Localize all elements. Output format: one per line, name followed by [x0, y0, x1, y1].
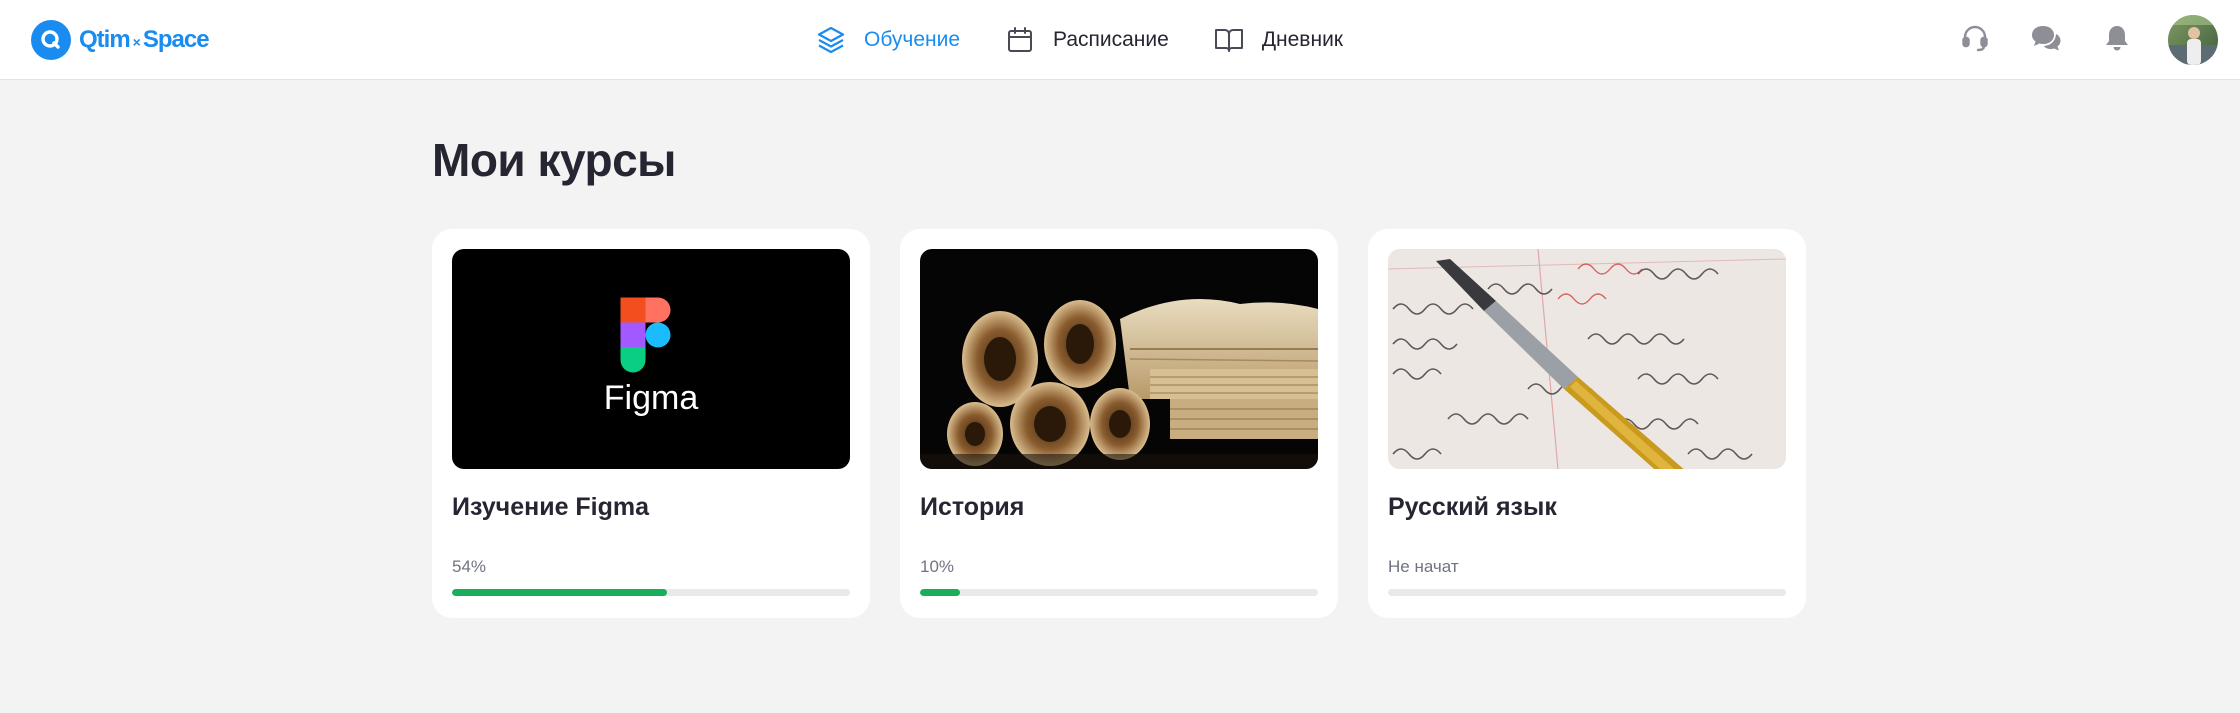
nav-label: Дневник [1261, 28, 1343, 51]
top-bar: Qtim × Space Обучение Расписание Дневник [0, 0, 2240, 80]
course-cover-figma: Figma [452, 249, 850, 469]
nav-item-schedule[interactable]: Расписание [1004, 20, 1169, 60]
books-scrolls-image [920, 299, 1318, 469]
course-card-figma[interactable]: Figma Изучение Figma 54% [432, 229, 870, 618]
course-progress-text: 54% [452, 557, 487, 576]
user-avatar[interactable] [2168, 15, 2218, 65]
notifications-button[interactable] [2097, 20, 2137, 60]
nav-item-diary[interactable]: Дневник [1213, 20, 1343, 60]
book-icon [1213, 24, 1245, 56]
course-progress-bar [452, 589, 850, 596]
course-list: Figma Изучение Figma 54% История 10% Рус… [432, 229, 1806, 618]
course-progress-bar [1388, 589, 1786, 596]
nav-label: Расписание [1053, 28, 1169, 51]
course-cover-russian [1388, 249, 1786, 469]
course-progress-fill [452, 589, 667, 596]
chat-icon [2030, 23, 2062, 58]
chat-button[interactable] [2026, 20, 2066, 60]
bell-icon [2103, 23, 2131, 58]
course-title: Изучение Figma [452, 493, 650, 521]
course-progress-text: Не начат [1388, 557, 1459, 576]
layers-icon [815, 24, 847, 56]
support-button[interactable] [1955, 20, 1995, 60]
course-title: История [920, 493, 1025, 521]
header-actions [1955, 15, 2218, 65]
nav-label: Обучение [864, 28, 961, 51]
page-title: Мои курсы [432, 134, 676, 186]
brand-name: Qtim × Space [79, 26, 210, 53]
course-card-russian[interactable]: Русский язык Не начат [1368, 229, 1806, 618]
cover-caption: Figma [604, 379, 699, 417]
course-progress-bar [920, 589, 1318, 596]
nav-item-learning[interactable]: Обучение [815, 20, 960, 60]
course-title: Русский язык [1388, 493, 1557, 521]
brand-logo-icon [31, 20, 71, 60]
course-cover-history [920, 249, 1318, 469]
main-nav: Обучение Расписание Дневник [815, 20, 1343, 60]
brand-logo[interactable]: Qtim × Space [31, 20, 210, 60]
course-progress-fill [920, 589, 960, 596]
calendar-icon [1004, 24, 1036, 56]
course-progress-text: 10% [920, 557, 955, 576]
fountain-pen-image [1388, 249, 1786, 469]
course-card-history[interactable]: История 10% [900, 229, 1338, 618]
headset-icon [1960, 23, 1990, 58]
figma-logo-icon: Figma [604, 297, 699, 417]
